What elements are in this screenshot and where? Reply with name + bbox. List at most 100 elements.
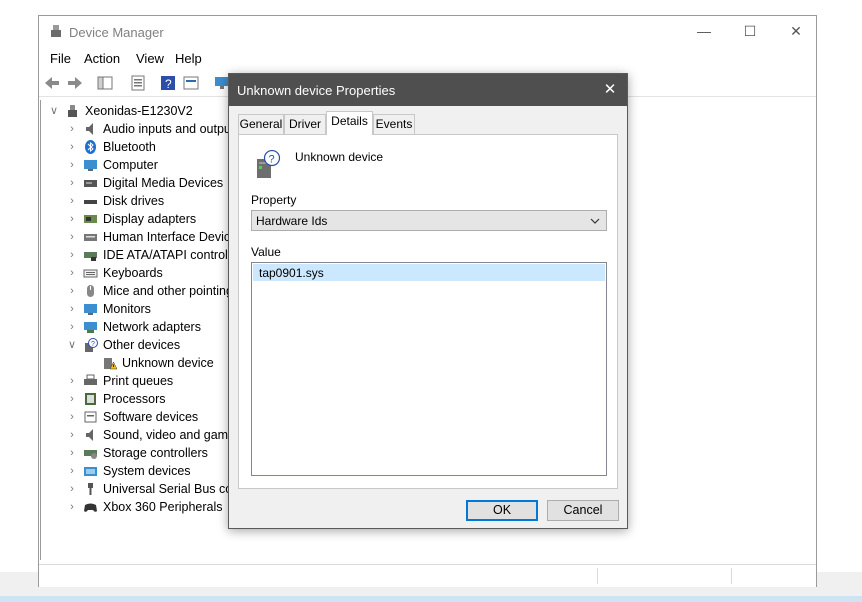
window-title: Device Manager (69, 25, 164, 40)
dialog-title-bar: Unknown device Properties ✕ (229, 74, 627, 106)
computer-icon (68, 105, 77, 117)
expand-chevron-icon[interactable]: › (65, 462, 79, 480)
disk-drive-icon (84, 200, 97, 204)
media-device-icon (84, 180, 97, 187)
keyboard-icon (83, 269, 98, 278)
processor-icon (85, 393, 96, 405)
properties-icon[interactable] (129, 74, 147, 92)
usb-icon (88, 483, 93, 495)
expand-chevron-icon[interactable]: › (65, 372, 79, 390)
menu-view[interactable]: View (136, 51, 164, 66)
speaker-icon (86, 123, 93, 135)
property-label: Property (251, 193, 297, 207)
expand-chevron-icon[interactable]: › (65, 390, 79, 408)
list-item[interactable]: tap0901.sys (253, 264, 605, 281)
network-adapter-icon (84, 322, 97, 333)
tree-item-label: Digital Media Devices (103, 176, 224, 190)
expand-chevron-icon[interactable]: › (65, 138, 79, 156)
details-panel: ? Unknown device Property Hardware Ids V… (238, 134, 618, 489)
update-driver-icon[interactable] (182, 74, 200, 92)
show-hide-tree-icon[interactable] (96, 74, 114, 92)
value-text: tap0901.sys (259, 266, 324, 280)
dialog-close-button[interactable]: ✕ (593, 74, 627, 106)
back-icon[interactable] (43, 74, 61, 92)
collapse-chevron-icon[interactable]: ∨ (65, 336, 79, 354)
property-dropdown[interactable]: Hardware Ids (251, 210, 607, 231)
chevron-down-icon (590, 218, 600, 224)
expand-chevron-icon[interactable]: › (65, 318, 79, 336)
menu-bar: File Action View Help (39, 47, 816, 69)
svg-text:?: ? (91, 341, 95, 348)
expand-chevron-icon[interactable]: › (65, 480, 79, 498)
tab-driver[interactable]: Driver (284, 114, 326, 134)
menu-file[interactable]: File (50, 51, 71, 66)
value-list[interactable]: tap0901.sys (251, 262, 607, 476)
expand-chevron-icon[interactable]: › (65, 408, 79, 426)
collapse-chevron-icon[interactable]: ∨ (47, 102, 61, 120)
device-manager-icon (51, 25, 61, 37)
title-bar: Device Manager — ☐ ✕ (39, 16, 816, 47)
hid-icon (84, 234, 97, 241)
tree-item-label: Print queues (103, 374, 174, 388)
expand-chevron-icon[interactable]: › (65, 426, 79, 444)
status-separator (597, 568, 598, 584)
tab-events[interactable]: Events (373, 114, 415, 134)
display-adapter-icon (84, 215, 97, 223)
properties-dialog: Unknown device Properties ✕ General Driv… (228, 73, 628, 529)
expand-chevron-icon[interactable]: › (65, 228, 79, 246)
expand-chevron-icon[interactable]: › (65, 246, 79, 264)
expand-chevron-icon[interactable]: › (65, 156, 79, 174)
tree-item-label: Display adapters (103, 212, 197, 226)
expand-chevron-icon[interactable]: › (65, 444, 79, 462)
tree-item-label: System devices (103, 464, 191, 478)
expand-chevron-icon[interactable]: › (65, 264, 79, 282)
help-icon[interactable]: ? (159, 74, 177, 92)
minimize-button[interactable]: — (681, 16, 727, 47)
expand-chevron-icon[interactable]: › (65, 300, 79, 318)
tab-details[interactable]: Details (326, 111, 373, 135)
close-button[interactable]: ✕ (773, 16, 819, 47)
expand-chevron-icon[interactable]: › (65, 498, 79, 516)
forward-icon[interactable] (66, 74, 84, 92)
tree-item-label: Storage controllers (103, 446, 208, 460)
tree-item-label: Universal Serial Bus cont (103, 482, 231, 496)
tree-item-label: Human Interface Device (103, 230, 231, 244)
svg-text:?: ? (269, 154, 275, 166)
monitor-icon (84, 160, 97, 171)
cancel-button[interactable]: Cancel (547, 500, 619, 521)
monitor-icon (84, 304, 97, 315)
property-selected-value: Hardware Ids (256, 214, 328, 228)
maximize-button[interactable]: ☐ (727, 16, 773, 47)
tab-general[interactable]: General (238, 114, 284, 134)
ok-button[interactable]: OK (466, 500, 538, 521)
tree-item-label: Mice and other pointing (103, 284, 231, 298)
expand-chevron-icon[interactable]: › (65, 192, 79, 210)
expand-chevron-icon[interactable]: › (65, 282, 79, 300)
status-bar (39, 564, 816, 587)
tree-item-label: Disk drives (103, 194, 165, 208)
tree-item-label: IDE ATA/ATAPI controlle (103, 248, 231, 262)
tree-item-label: Software devices (103, 410, 199, 424)
tree-item-label: Audio inputs and outpu (103, 122, 231, 136)
gamepad-icon (84, 503, 97, 512)
device-tree: ∨ Xeonidas-E1230V2 › Audio inputs and out… (40, 100, 231, 560)
storage-controller-icon (84, 450, 97, 459)
tree-item-label: Keyboards (103, 266, 163, 280)
unknown-device-icon: ? (257, 150, 281, 178)
tree-item-label: Processors (103, 392, 166, 406)
expand-chevron-icon[interactable]: › (65, 120, 79, 138)
menu-action[interactable]: Action (84, 51, 120, 66)
dialog-title: Unknown device Properties (237, 83, 396, 98)
status-separator (731, 568, 732, 584)
tree-root-label: Xeonidas-E1230V2 (85, 104, 193, 118)
mouse-icon (87, 285, 94, 297)
printer-icon (84, 374, 97, 385)
value-label: Value (251, 245, 281, 259)
warning-device-icon (104, 358, 117, 370)
system-device-icon (84, 467, 97, 476)
expand-chevron-icon[interactable]: › (65, 210, 79, 228)
menu-help[interactable]: Help (175, 51, 202, 66)
speaker-icon (86, 429, 93, 441)
expand-chevron-icon[interactable]: › (65, 174, 79, 192)
ide-controller-icon (84, 252, 97, 261)
